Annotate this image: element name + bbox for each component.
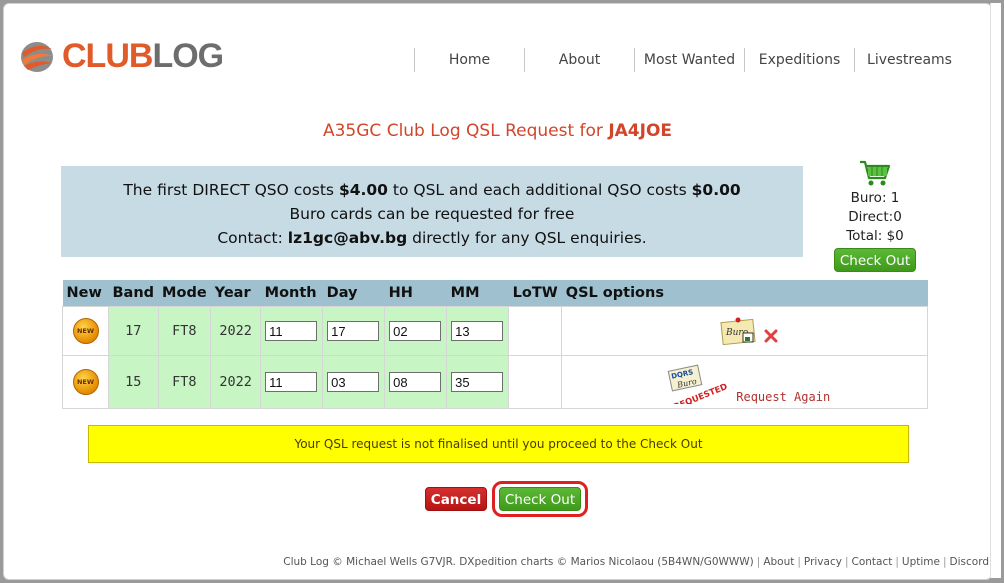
footer: Club Log © Michael Wells G7VJR. DXpediti… [283, 556, 989, 568]
hh-input[interactable] [389, 321, 442, 341]
contact-text-b: directly for any QSL enquiries. [407, 229, 647, 247]
table-header-row: New Band Mode Year Month Day HH MM LoTW … [62, 280, 928, 307]
footer-link-privacy[interactable]: Privacy [804, 556, 842, 568]
col-qsl-options: QSL options [561, 280, 928, 307]
shopping-cart-icon [860, 160, 891, 186]
month-cell [260, 306, 324, 356]
clublog-logo[interactable]: CLUBLOG [18, 34, 224, 78]
mm-input[interactable] [451, 372, 504, 392]
buro-card-icon[interactable]: Buro [720, 315, 760, 347]
year-cell: 2022 [210, 355, 262, 409]
logo-log-text: LOG [152, 37, 224, 75]
remove-x-icon[interactable] [764, 329, 778, 343]
lotw-cell [508, 355, 563, 409]
col-day: Day [322, 280, 385, 307]
lotw-cell [508, 306, 563, 356]
mode-cell: FT8 [157, 306, 212, 356]
nav-livestreams[interactable]: Livestreams [854, 48, 964, 72]
pricing-text-a: The first DIRECT QSO costs [123, 181, 339, 199]
footer-separator: | [942, 556, 947, 568]
new-cell: NEW [62, 306, 109, 356]
cart-direct-count: Direct:0 [848, 209, 902, 225]
col-band: Band [108, 280, 159, 307]
main-nav: Home About Most Wanted Expeditions Lives… [414, 48, 964, 72]
title-callsign: JA4JOE [608, 121, 673, 141]
hh-cell [384, 306, 448, 356]
hh-input[interactable] [389, 372, 442, 392]
col-month: Month [260, 280, 323, 307]
contact-email: lz1gc@abv.bg [287, 229, 408, 247]
checkout-button[interactable]: Check Out [499, 487, 581, 511]
footer-credit: Club Log © Michael Wells G7VJR. DXpediti… [283, 556, 754, 568]
contact-line: Contact: lz1gc@abv.bg directly for any Q… [61, 226, 803, 250]
direct-additional-price: $0.00 [691, 181, 741, 199]
pricing-info-box: The first DIRECT QSO costs $4.00 to QSL … [61, 166, 803, 257]
band-cell: 15 [108, 355, 159, 409]
col-year: Year [210, 280, 261, 307]
footer-separator: | [756, 556, 761, 568]
mode-cell: FT8 [157, 355, 212, 409]
footer-separator: | [797, 556, 801, 568]
direct-first-price: $4.00 [338, 181, 388, 199]
cart-buro-count: Buro: 1 [850, 190, 900, 206]
day-cell [322, 355, 386, 409]
footer-link-contact[interactable]: Contact [852, 556, 893, 568]
qso-table: New Band Mode Year Month Day HH MM LoTW … [62, 280, 928, 409]
action-buttons: Cancel Check Out [425, 481, 588, 517]
col-lotw: LoTW [508, 280, 562, 307]
band-cell: 17 [108, 306, 159, 356]
mm-cell [446, 355, 510, 409]
day-input[interactable] [327, 321, 380, 341]
mm-cell [446, 306, 510, 356]
nav-about[interactable]: About [524, 48, 634, 72]
col-mm: MM [446, 280, 509, 307]
pricing-line: The first DIRECT QSO costs $4.00 to QSL … [61, 178, 803, 202]
globe-swoosh-icon [21, 42, 53, 72]
footer-link-uptime[interactable]: Uptime [902, 556, 940, 568]
buro-requested-stamp-icon: DQRS Buro REQUESTED [667, 364, 729, 404]
cart-summary: Buro: 1 Direct:0 Total: $0 Check Out [832, 159, 918, 272]
qsl-options-cell: DQRS Buro REQUESTED Request Again [561, 355, 928, 409]
month-cell [260, 355, 324, 409]
request-again-link[interactable]: Request Again [736, 390, 830, 404]
pricing-text-b: to QSL and each additional QSO costs [387, 181, 692, 199]
logo-club-text: CLUB [62, 37, 153, 75]
page-scrollbar[interactable] [990, 3, 1001, 578]
contact-text-a: Contact: [217, 229, 288, 247]
col-mode: Mode [158, 280, 211, 307]
new-badge-icon: NEW [72, 369, 99, 395]
month-input[interactable] [265, 372, 318, 392]
nav-expeditions[interactable]: Expeditions [744, 48, 854, 72]
year-cell: 2022 [210, 306, 262, 356]
checkout-notice: Your QSL request is not finalised until … [88, 425, 909, 463]
nav-most-wanted[interactable]: Most Wanted [634, 48, 744, 72]
footer-separator: | [895, 556, 899, 568]
day-input[interactable] [327, 372, 380, 392]
cart-total: Total: $0 [846, 228, 904, 244]
mm-input[interactable] [451, 321, 504, 341]
footer-link-discord[interactable]: Discord [950, 556, 989, 568]
nav-home[interactable]: Home [414, 48, 524, 72]
checkout-highlight: Check Out [492, 481, 588, 517]
page-title: A35GC Club Log QSL Request for JA4JOE [4, 121, 991, 141]
browser-page: CLUBLOG Home About Most Wanted Expeditio… [3, 3, 992, 580]
hh-cell [384, 355, 448, 409]
table-row: NEW 15 FT8 2022 DQRS Buro REQUESTED Requ… [62, 355, 928, 409]
title-prefix: A35GC Club Log QSL Request for [322, 121, 609, 141]
col-new: New [62, 280, 109, 307]
qsl-options-cell: Buro [561, 306, 928, 356]
new-cell: NEW [62, 355, 109, 409]
day-cell [322, 306, 386, 356]
cancel-button[interactable]: Cancel [425, 487, 487, 511]
cart-checkout-button[interactable]: Check Out [834, 248, 916, 272]
footer-separator: | [844, 556, 849, 568]
month-input[interactable] [265, 321, 318, 341]
logo-wordmark: CLUBLOG [62, 37, 224, 75]
new-badge-icon: NEW [72, 318, 99, 344]
table-row: NEW 17 FT8 2022 Buro [62, 306, 928, 356]
buro-info-line: Buro cards can be requested for free [289, 205, 575, 223]
col-hh: HH [384, 280, 447, 307]
footer-link-about[interactable]: About [763, 556, 794, 568]
